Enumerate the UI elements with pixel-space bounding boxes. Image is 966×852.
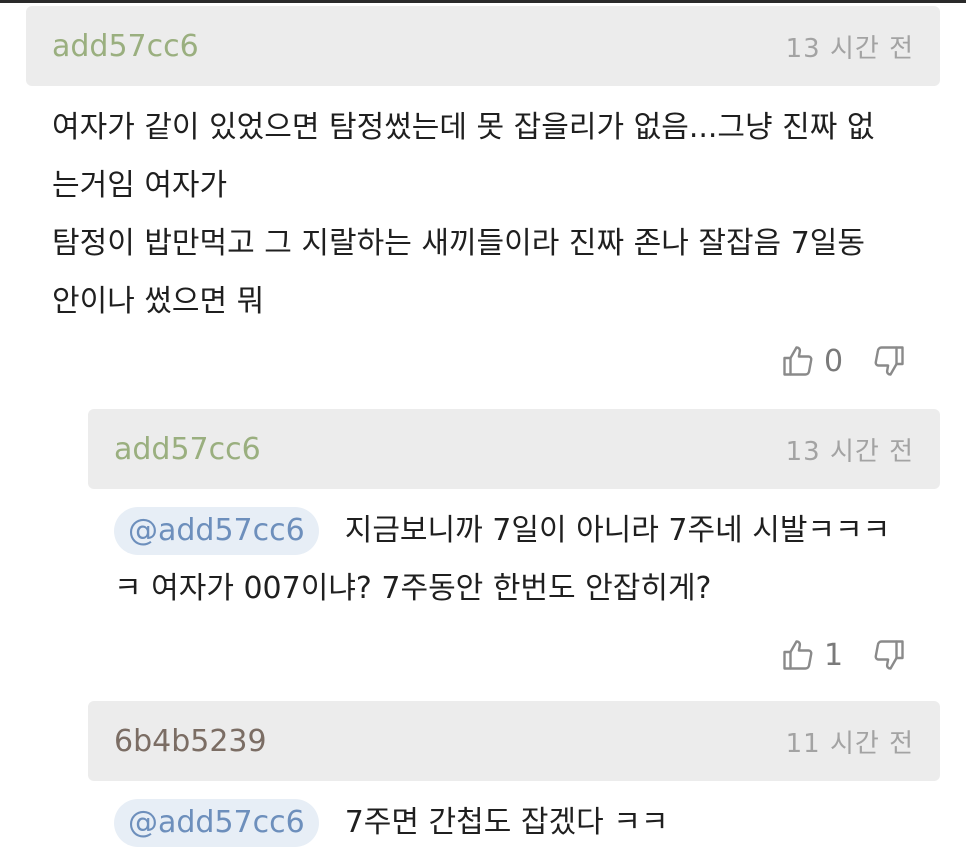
reply-header: 6b4b5239 11 시간 전	[88, 701, 940, 781]
reply-line: @add57cc6 7주면 간첩도 잡겠다 ㅋㅋ	[114, 794, 668, 852]
reply-author[interactable]: 6b4b5239	[114, 724, 267, 759]
reply-body: @add57cc6 지금보니까 7일이 아니라 7주네 시발ㅋㅋㅋ ㅋ 여자가 0…	[114, 502, 890, 618]
reply-body: @add57cc6 7주면 간첩도 잡겠다 ㅋㅋ	[114, 794, 668, 852]
reply-line: @add57cc6 지금보니까 7일이 아니라 7주네 시발ㅋㅋㅋ	[114, 502, 890, 560]
mention-chip[interactable]: @add57cc6	[114, 799, 319, 847]
top-divider	[0, 0, 966, 3]
thumbs-up-icon[interactable]	[780, 343, 816, 379]
reply-time: 11 시간 전	[785, 728, 914, 759]
reply-text: 7주면 간첩도 잡겠다 ㅋㅋ	[344, 805, 669, 840]
reply-author[interactable]: add57cc6	[114, 432, 261, 467]
thumbs-down-icon[interactable]	[871, 637, 907, 673]
reply-time: 13 시간 전	[785, 436, 914, 467]
vote-bar: 1	[780, 637, 907, 673]
comment-line: 안이나 썼으면 뭐	[52, 284, 265, 319]
like-count: 0	[824, 343, 844, 379]
comment-line: 여자가 같이 있었으면 탐정썼는데 못 잡을리가 없음...그냥 진짜 없	[52, 110, 875, 145]
thumbs-down-icon[interactable]	[871, 343, 907, 379]
like-count: 1	[824, 637, 844, 673]
comment-body: 여자가 같이 있었으면 탐정썼는데 못 잡을리가 없음...그냥 진짜 없 는거…	[52, 99, 875, 331]
comment-time: 13 시간 전	[785, 33, 914, 64]
reply-text: 지금보니까 7일이 아니라 7주네 시발ㅋㅋㅋ	[344, 513, 891, 548]
reply-header: add57cc6 13 시간 전	[88, 409, 940, 489]
comment-line: 는거임 여자가	[52, 168, 228, 203]
mention-chip[interactable]: @add57cc6	[114, 507, 319, 555]
thumbs-up-icon[interactable]	[780, 637, 816, 673]
comment-author[interactable]: add57cc6	[52, 29, 199, 64]
comment-header: add57cc6 13 시간 전	[26, 6, 940, 86]
vote-bar: 0	[780, 343, 907, 379]
reply-line: ㅋ 여자가 007이냐? 7주동안 한번도 안잡히게?	[114, 571, 712, 606]
comment-line: 탐정이 밥만먹고 그 지랄하는 새끼들이라 진짜 존나 잘잡음 7일동	[52, 226, 865, 261]
